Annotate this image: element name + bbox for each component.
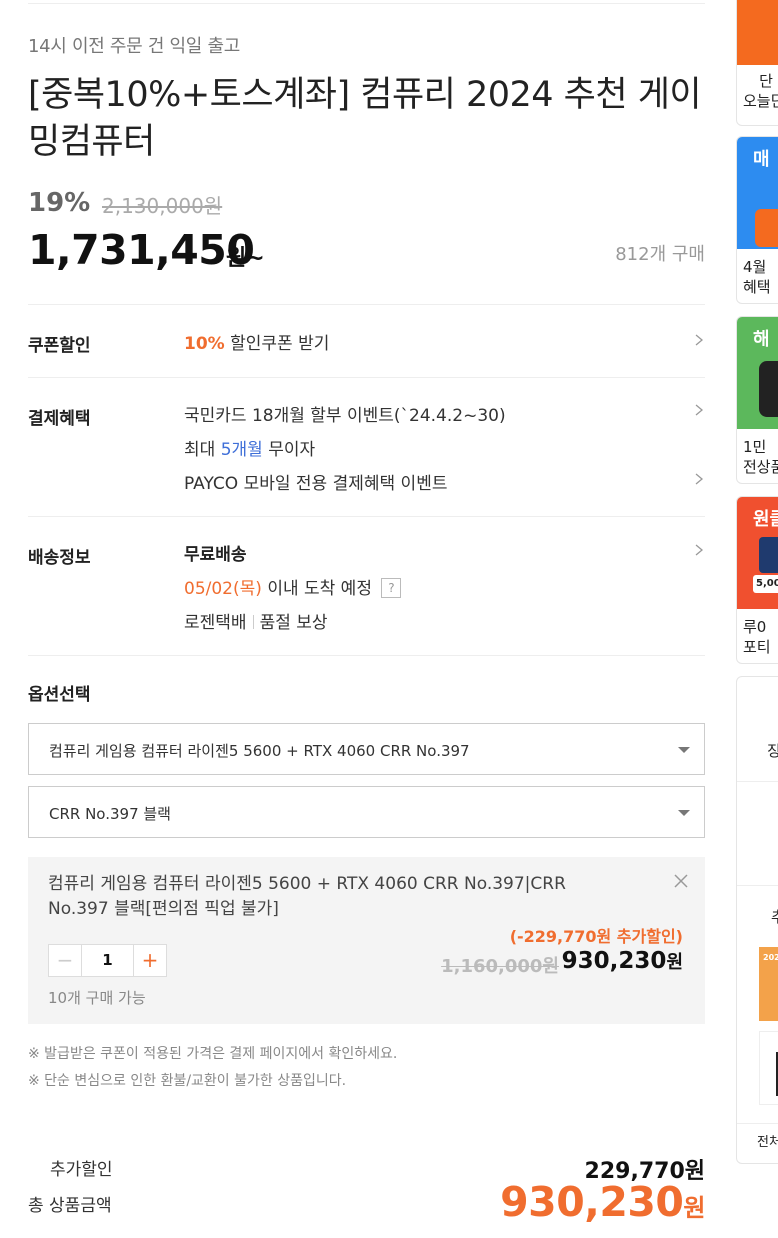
- recent-heading: 징: [737, 741, 778, 761]
- banner-heading: 매: [753, 149, 770, 170]
- total-amount-unit: 원: [683, 1194, 705, 1222]
- coupon-note: ※ 발급받은 쿠폰이 적용된 가격은 결제 페이지에서 확인하세요.: [28, 1046, 398, 1062]
- coupon-text: 할인쿠폰 받기: [230, 334, 330, 354]
- product-title: [중복10%+토스계좌] 컴퓨리 2024 추천 게이밍컴퓨터: [28, 75, 702, 162]
- coupon-link[interactable]: 10% 할인쿠폰 받기: [184, 329, 329, 354]
- quantity-input[interactable]: 1: [82, 945, 133, 976]
- payment-interest-free: 최대 5개월 무이자: [184, 435, 315, 460]
- delivery-note: 14시 이전 주문 건 익일 출고: [28, 36, 241, 57]
- chevron-right-icon[interactable]: [693, 473, 705, 485]
- option-original-price: 1,160,000원: [441, 956, 559, 977]
- total-label: 총 상품금액: [28, 1196, 112, 1216]
- banner-text: 전상품: [743, 458, 778, 476]
- shipping-type: 무료배송: [184, 545, 247, 565]
- banner-heading: 원클: [753, 509, 778, 530]
- coupon-label: 쿠폰할인: [28, 336, 91, 356]
- discount-percent: 19%: [28, 188, 91, 218]
- banner-heading: 해: [753, 329, 770, 350]
- banner-graphic: [755, 209, 778, 247]
- caret-down-icon: [678, 810, 690, 816]
- decrease-button[interactable]: −: [49, 945, 82, 976]
- option-label: 옵션선택: [28, 685, 91, 705]
- payment-kb-event[interactable]: 국민카드 18개월 할부 이벤트(`24.4.2~30): [184, 401, 506, 426]
- purchase-limit: 10개 구매 가능: [48, 989, 146, 1007]
- recent-view-all[interactable]: 전처: [737, 1133, 778, 1153]
- banner-text: 혜택: [743, 278, 771, 296]
- sale-price: 1,731,450: [28, 226, 255, 274]
- recent-thumbnail[interactable]: 2024: [759, 947, 778, 1021]
- top-divider: [28, 3, 705, 4]
- divider: [28, 377, 705, 378]
- rail-banner-3[interactable]: 해 1민 전상품: [736, 316, 778, 484]
- interest-prefix: 최대: [184, 440, 221, 460]
- recent-subheading: 추: [737, 907, 778, 927]
- card-graphic: [759, 537, 778, 573]
- separator: [252, 615, 254, 629]
- banner-text: 루0: [743, 618, 767, 636]
- sold-count: 812개 구매: [615, 244, 705, 265]
- option-select-color[interactable]: CRR No.397 블랙: [28, 786, 705, 838]
- total-amount-value: 930,230: [500, 1178, 684, 1226]
- total-amount: 930,230원: [500, 1178, 705, 1226]
- extra-discount-label: 추가할인: [50, 1160, 113, 1180]
- divider: [28, 304, 705, 305]
- interest-suffix: 무이자: [262, 440, 316, 460]
- close-icon[interactable]: [673, 873, 689, 889]
- option-price-unit: 원: [666, 952, 683, 973]
- quantity-stepper: − 1 +: [48, 944, 167, 977]
- banner-text: 오늘딘: [743, 92, 778, 110]
- increase-button[interactable]: +: [133, 945, 166, 976]
- arrival-text: 이내 도착 예정: [267, 579, 372, 599]
- option-price-value: 930,230: [561, 948, 667, 974]
- banner-text: 포티: [743, 638, 771, 656]
- rail-banner-2[interactable]: 매 4월 혜택: [736, 136, 778, 304]
- arrival-estimate: 05/02(목) 이내 도착 예정 ?: [184, 574, 402, 599]
- divider: [737, 885, 778, 886]
- chevron-right-icon[interactable]: [693, 334, 705, 346]
- watch-graphic: [759, 361, 778, 417]
- help-icon[interactable]: ?: [381, 578, 402, 598]
- shipping-label: 배송정보: [28, 548, 91, 568]
- divider: [28, 655, 705, 656]
- option-select-value: CRR No.397 블랙: [49, 805, 171, 823]
- payment-label: 결제혜택: [28, 409, 91, 429]
- option-select-model[interactable]: 컴퓨리 게임용 컴퓨터 라이젠5 5600 + RTX 4060 CRR No.…: [28, 723, 705, 775]
- selected-option: 컴퓨리 게임용 컴퓨터 라이젠5 5600 + RTX 4060 CRR No.…: [28, 857, 705, 1024]
- soldout-guarantee: 품절 보상: [259, 613, 328, 633]
- banner-image: 해: [737, 317, 778, 429]
- thumbnail-label: 2024: [763, 953, 778, 962]
- refund-note: ※ 단순 변심으로 인한 환불/교환이 불가한 상품입니다.: [28, 1073, 347, 1089]
- rail-banner-4[interactable]: 원클 5,000 루0 포티: [736, 496, 778, 664]
- banner-image: 매: [737, 137, 778, 249]
- caret-down-icon: [678, 747, 690, 753]
- recent-thumbnail[interactable]: [759, 1031, 778, 1105]
- carrier: 로젠택배: [184, 613, 247, 633]
- banner-image: 원클 5,000: [737, 497, 778, 609]
- rail-recent-panel: 징 추 2024 전처: [736, 676, 778, 1164]
- option-price: 930,230원: [562, 948, 683, 974]
- sale-price-unit: 원~: [226, 246, 265, 271]
- shipping-extra: 로젠택배 품절 보상: [184, 608, 328, 633]
- divider: [737, 1123, 778, 1124]
- original-price: 2,130,000원: [102, 194, 223, 218]
- option-select-value: 컴퓨리 게임용 컴퓨터 라이젠5 5600 + RTX 4060 CRR No.…: [49, 742, 470, 760]
- banner-image: [737, 0, 778, 65]
- divider: [28, 516, 705, 517]
- banner-text: 1민: [743, 438, 767, 456]
- payment-payco-event[interactable]: PAYCO 모바일 전용 결제혜택 이벤트: [184, 469, 447, 494]
- banner-text: 단: [759, 72, 773, 90]
- chevron-right-icon[interactable]: [693, 404, 705, 416]
- selected-option-name: 컴퓨리 게임용 컴퓨터 라이젠5 5600 + RTX 4060 CRR No.…: [48, 874, 566, 919]
- rail-banner-1[interactable]: 단 오늘딘: [736, 0, 778, 126]
- chevron-right-icon[interactable]: [693, 544, 705, 556]
- option-extra-discount: (-229,770원 추가할인): [509, 927, 683, 946]
- banner-badge: 5,000: [753, 575, 778, 593]
- interest-months: 5개월: [220, 440, 263, 460]
- coupon-percent: 10%: [184, 334, 225, 354]
- arrival-date: 05/02(목): [184, 579, 262, 599]
- banner-text: 4월: [743, 258, 767, 276]
- divider: [737, 781, 778, 782]
